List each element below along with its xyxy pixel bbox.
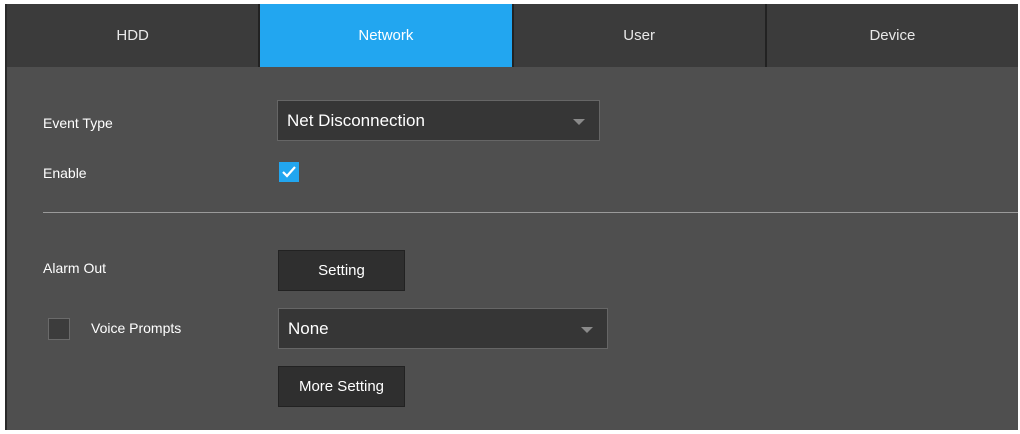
- more-setting-button[interactable]: More Setting: [278, 366, 405, 407]
- tab-network[interactable]: Network: [260, 4, 514, 67]
- voice-prompts-checkbox[interactable]: [48, 318, 70, 340]
- tab-bar: HDD Network User Device: [7, 4, 1018, 67]
- enable-checkbox[interactable]: [279, 162, 299, 182]
- tab-label: User: [623, 27, 655, 44]
- event-type-value: Net Disconnection: [287, 110, 425, 130]
- tab-label: Device: [869, 27, 916, 44]
- alarm-out-setting-button[interactable]: Setting: [278, 250, 405, 291]
- tab-user[interactable]: User: [513, 4, 767, 67]
- checkmark-icon: [282, 166, 296, 178]
- enable-label: Enable: [43, 165, 87, 181]
- chevron-down-icon: [581, 326, 593, 333]
- setting-button-label: Setting: [318, 262, 365, 279]
- section-divider: [43, 212, 1018, 213]
- tab-label: HDD: [116, 27, 149, 44]
- tab-device[interactable]: Device: [766, 4, 1018, 67]
- tab-hdd[interactable]: HDD: [7, 4, 261, 67]
- alarm-out-label: Alarm Out: [43, 260, 107, 276]
- tab-label: Network: [358, 27, 414, 44]
- event-type-select[interactable]: Net Disconnection: [277, 100, 600, 141]
- more-setting-button-label: More Setting: [298, 378, 385, 395]
- event-type-label: Event Type: [43, 115, 113, 131]
- chevron-down-icon: [573, 118, 585, 125]
- voice-prompts-select[interactable]: None: [278, 308, 608, 349]
- voice-prompts-label: Voice Prompts: [91, 320, 182, 336]
- voice-prompts-value: None: [288, 318, 329, 338]
- settings-panel: HDD Network User Device Event Type Net D…: [5, 4, 1018, 430]
